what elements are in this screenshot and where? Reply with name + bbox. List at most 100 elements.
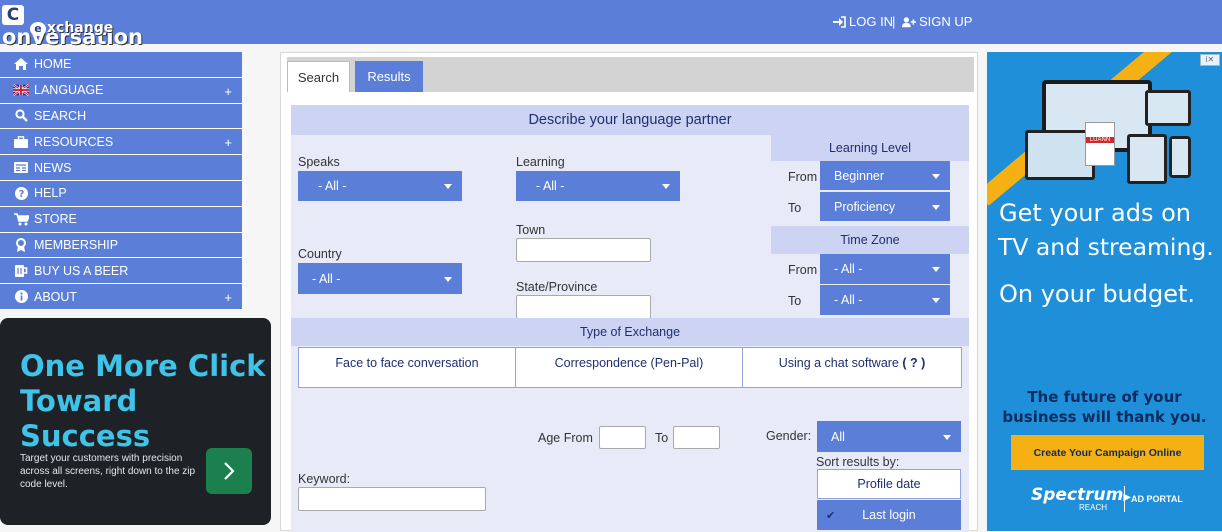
exchange-type-header: Type of Exchange (291, 318, 969, 346)
sidebar-item-language[interactable]: LANGUAGE + (0, 77, 242, 104)
create-campaign-button[interactable]: Create Your Campaign Online (1011, 435, 1204, 470)
speaks-label: Speaks (298, 155, 340, 169)
devices-illustration: LUANN (987, 52, 1222, 206)
user-plus-icon (902, 16, 916, 27)
tz-to-select[interactable]: - All - (820, 285, 950, 315)
tablet-icon (1127, 134, 1167, 184)
country-select[interactable]: - All - (298, 263, 462, 294)
search-form: Describe your language partner Speaks - … (291, 105, 969, 532)
level-to-select[interactable]: Proficiency (820, 192, 950, 221)
sidebar-item-about[interactable]: ABOUT + (0, 284, 242, 310)
phone-icon (1169, 136, 1191, 178)
gender-select[interactable]: All (817, 421, 961, 452)
learning-label: Learning (516, 155, 565, 169)
ad-divider (1124, 486, 1125, 512)
sidebar-item-news[interactable]: NEWS (0, 155, 242, 181)
expand-icon[interactable]: + (224, 290, 232, 305)
spectrum-reach-label: REACH (1079, 503, 1108, 512)
cart-icon (13, 212, 29, 226)
chevron-right-icon (224, 462, 235, 480)
caret-down-icon (943, 434, 951, 440)
sidebar-item-label: STORE (34, 212, 77, 227)
learning-level-header: Learning Level (771, 134, 969, 161)
sidebar-item-label: MEMBERSHIP (34, 237, 119, 252)
search-icon (13, 109, 29, 123)
logo-line2: xchange (47, 20, 114, 36)
check-icon: ✔ (826, 509, 836, 522)
sidebar-item-label: SEARCH (34, 108, 87, 123)
sidebar-item-store[interactable]: STORE (0, 206, 242, 233)
sort-label: Sort results by: (816, 455, 900, 469)
learning-select[interactable]: - All - (516, 171, 680, 201)
info-icon (13, 290, 29, 304)
sidebar-item-search[interactable]: SEARCH (0, 103, 242, 130)
login-link[interactable]: LOG IN (832, 14, 893, 29)
site-logo[interactable]: Conversation e xchange (2, 1, 152, 49)
sidebar-nav: HOME LANGUAGE + SEARCH RESOURCES + NEWS ? H… (0, 52, 242, 310)
sidebar-item-help[interactable]: ? HELP (0, 180, 242, 207)
monitor-icon (1145, 90, 1191, 126)
caret-down-icon (932, 204, 940, 210)
sidebar-item-label: BUY US A BEER (34, 263, 129, 278)
keyword-label: Keyword: (298, 472, 351, 486)
beer-icon (13, 264, 29, 278)
tab-results[interactable]: Results (355, 61, 423, 92)
sort-option-profile-date[interactable]: Profile date (817, 469, 961, 499)
question-icon: ? (13, 186, 29, 200)
state-input[interactable] (516, 295, 651, 319)
signup-link[interactable]: SIGN UP (902, 14, 972, 29)
tz-from-select[interactable]: - All - (820, 254, 950, 284)
tab-search[interactable]: Search (287, 61, 350, 92)
login-label: LOG IN (849, 14, 894, 29)
ad-portal-label: AD PORTAL (1131, 494, 1183, 504)
sidebar-item-label: HELP (34, 186, 67, 201)
expand-icon[interactable]: + (224, 84, 232, 99)
keyword-input[interactable] (298, 487, 486, 511)
sidebar-item-label: RESOURCES (34, 134, 114, 149)
sidebar-item-membership[interactable]: MEMBERSHIP (0, 232, 242, 259)
uk-flag-icon (13, 83, 29, 97)
logo-e: e (30, 22, 46, 36)
sidebar-item-buy-us-a-beer[interactable]: BUY US A BEER (0, 258, 242, 285)
sort-option-last-login[interactable]: ✔ Last login (817, 500, 961, 530)
ad-future-text: The future of your business will thank yo… (1002, 388, 1207, 426)
age-to-input[interactable] (673, 426, 720, 449)
age-to-label: To (655, 431, 669, 445)
sign-in-icon (833, 15, 846, 28)
caret-down-icon (932, 173, 940, 179)
speaks-select[interactable]: - All - (298, 171, 462, 201)
spectrum-ad[interactable]: i✕ LUANN Get your ads on TV and streamin… (987, 52, 1222, 531)
country-label: Country (298, 247, 342, 261)
sidebar-item-label: LANGUAGE (34, 83, 104, 98)
sidebar-item-home[interactable]: HOME (0, 52, 242, 78)
form-title: Describe your language partner (291, 105, 969, 135)
top-bar: Conversation e xchange LOG IN | SIGN UP (0, 0, 1222, 49)
town-label: Town (516, 223, 546, 237)
exchange-correspondence[interactable]: Correspondence (Pen-Pal) (515, 347, 743, 388)
caret-down-icon (932, 298, 940, 303)
exchange-chat-software[interactable]: Using a chat software ( ? ) (742, 347, 962, 388)
award-icon (13, 237, 29, 252)
caret-down-icon (932, 267, 940, 272)
ad-line2: TV and streaming. (998, 233, 1214, 261)
promo-headline: One More Click Toward Success (20, 349, 266, 453)
sidebar-item-resources[interactable]: RESOURCES + (0, 129, 242, 156)
promo-ad[interactable]: One More Click Toward Success Target your… (0, 318, 271, 525)
time-zone-header: Time Zone (771, 226, 969, 254)
briefcase-icon (13, 135, 29, 149)
exchange-face-to-face[interactable]: Face to face conversation (298, 347, 516, 388)
level-from-select[interactable]: Beginner (820, 161, 950, 190)
chat-help-link[interactable]: ( ? ) (902, 356, 925, 370)
caret-down-icon (444, 184, 452, 189)
age-from-input[interactable] (599, 426, 646, 449)
expand-icon[interactable]: + (224, 135, 232, 150)
signup-label: SIGN UP (919, 14, 973, 29)
search-panel: Search Results Describe your language pa… (280, 52, 978, 532)
sidebar-item-label: ABOUT (34, 289, 78, 304)
home-icon (13, 57, 29, 71)
tz-from-label: From (788, 263, 818, 277)
promo-arrow-button[interactable] (206, 448, 252, 494)
age-from-label: Age From (538, 431, 593, 445)
ad-line1: Get your ads on (999, 199, 1191, 227)
town-input[interactable] (516, 238, 651, 262)
